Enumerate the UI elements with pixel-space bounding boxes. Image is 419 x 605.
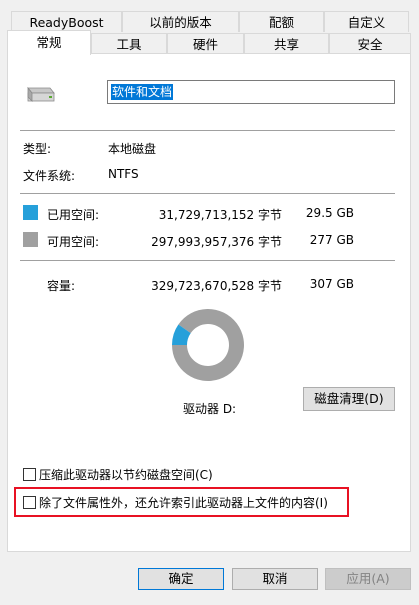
tab-security[interactable]: 安全	[329, 33, 411, 54]
used-space-label: 已用空间:	[47, 208, 100, 222]
disk-cleanup-button[interactable]: 磁盘清理(D)	[303, 387, 395, 411]
used-space-bytes: 31,729,713,152 字节	[158, 208, 282, 222]
compress-checkbox[interactable]	[23, 468, 36, 481]
filesystem-label: 文件系统:	[23, 169, 76, 183]
usage-donut-chart	[168, 305, 248, 388]
drive-name-selected-text: 软件和文档	[111, 84, 174, 100]
capacity-size: 307 GB	[309, 277, 354, 291]
free-space-bytes: 297,993,957,376 字节	[151, 235, 282, 249]
separator	[20, 193, 395, 194]
tab-hardware[interactable]: 硬件	[167, 33, 244, 54]
ok-button[interactable]: 确定	[138, 568, 224, 590]
tab-readyboost[interactable]: ReadyBoost	[11, 11, 122, 32]
tab-sharing[interactable]: 共享	[244, 33, 329, 54]
free-space-size: 277 GB	[309, 233, 354, 247]
apply-button[interactable]: 应用(A)	[325, 568, 411, 590]
free-space-color-swatch	[23, 232, 38, 247]
separator	[20, 130, 395, 131]
capacity-bytes: 329,723,670,528 字节	[151, 279, 282, 293]
tab-general[interactable]: 常规	[7, 30, 91, 55]
index-checkbox-label[interactable]: 除了文件属性外，还允许索引此驱动器上文件的内容(I)	[39, 494, 328, 511]
tab-previous-versions[interactable]: 以前的版本	[122, 11, 239, 32]
tab-customize[interactable]: 自定义	[324, 11, 409, 32]
tab-tools[interactable]: 工具	[91, 33, 167, 54]
filesystem-value: NTFS	[108, 167, 139, 181]
type-value: 本地磁盘	[108, 142, 157, 156]
compress-checkbox-label[interactable]: 压缩此驱动器以节约磁盘空间(C)	[39, 466, 213, 483]
drive-name-input[interactable]: 软件和文档	[107, 80, 395, 104]
capacity-label: 容量:	[47, 279, 76, 293]
drive-icon	[24, 86, 56, 107]
free-space-label: 可用空间:	[47, 235, 100, 249]
used-space-color-swatch	[23, 205, 38, 220]
used-space-size: 29.5 GB	[305, 206, 354, 220]
tab-quota[interactable]: 配额	[239, 11, 324, 32]
type-label: 类型:	[23, 142, 52, 156]
drive-letter-label: 驱动器 D:	[183, 402, 237, 416]
cancel-button[interactable]: 取消	[232, 568, 318, 590]
separator	[20, 260, 395, 261]
index-checkbox[interactable]	[23, 496, 36, 509]
